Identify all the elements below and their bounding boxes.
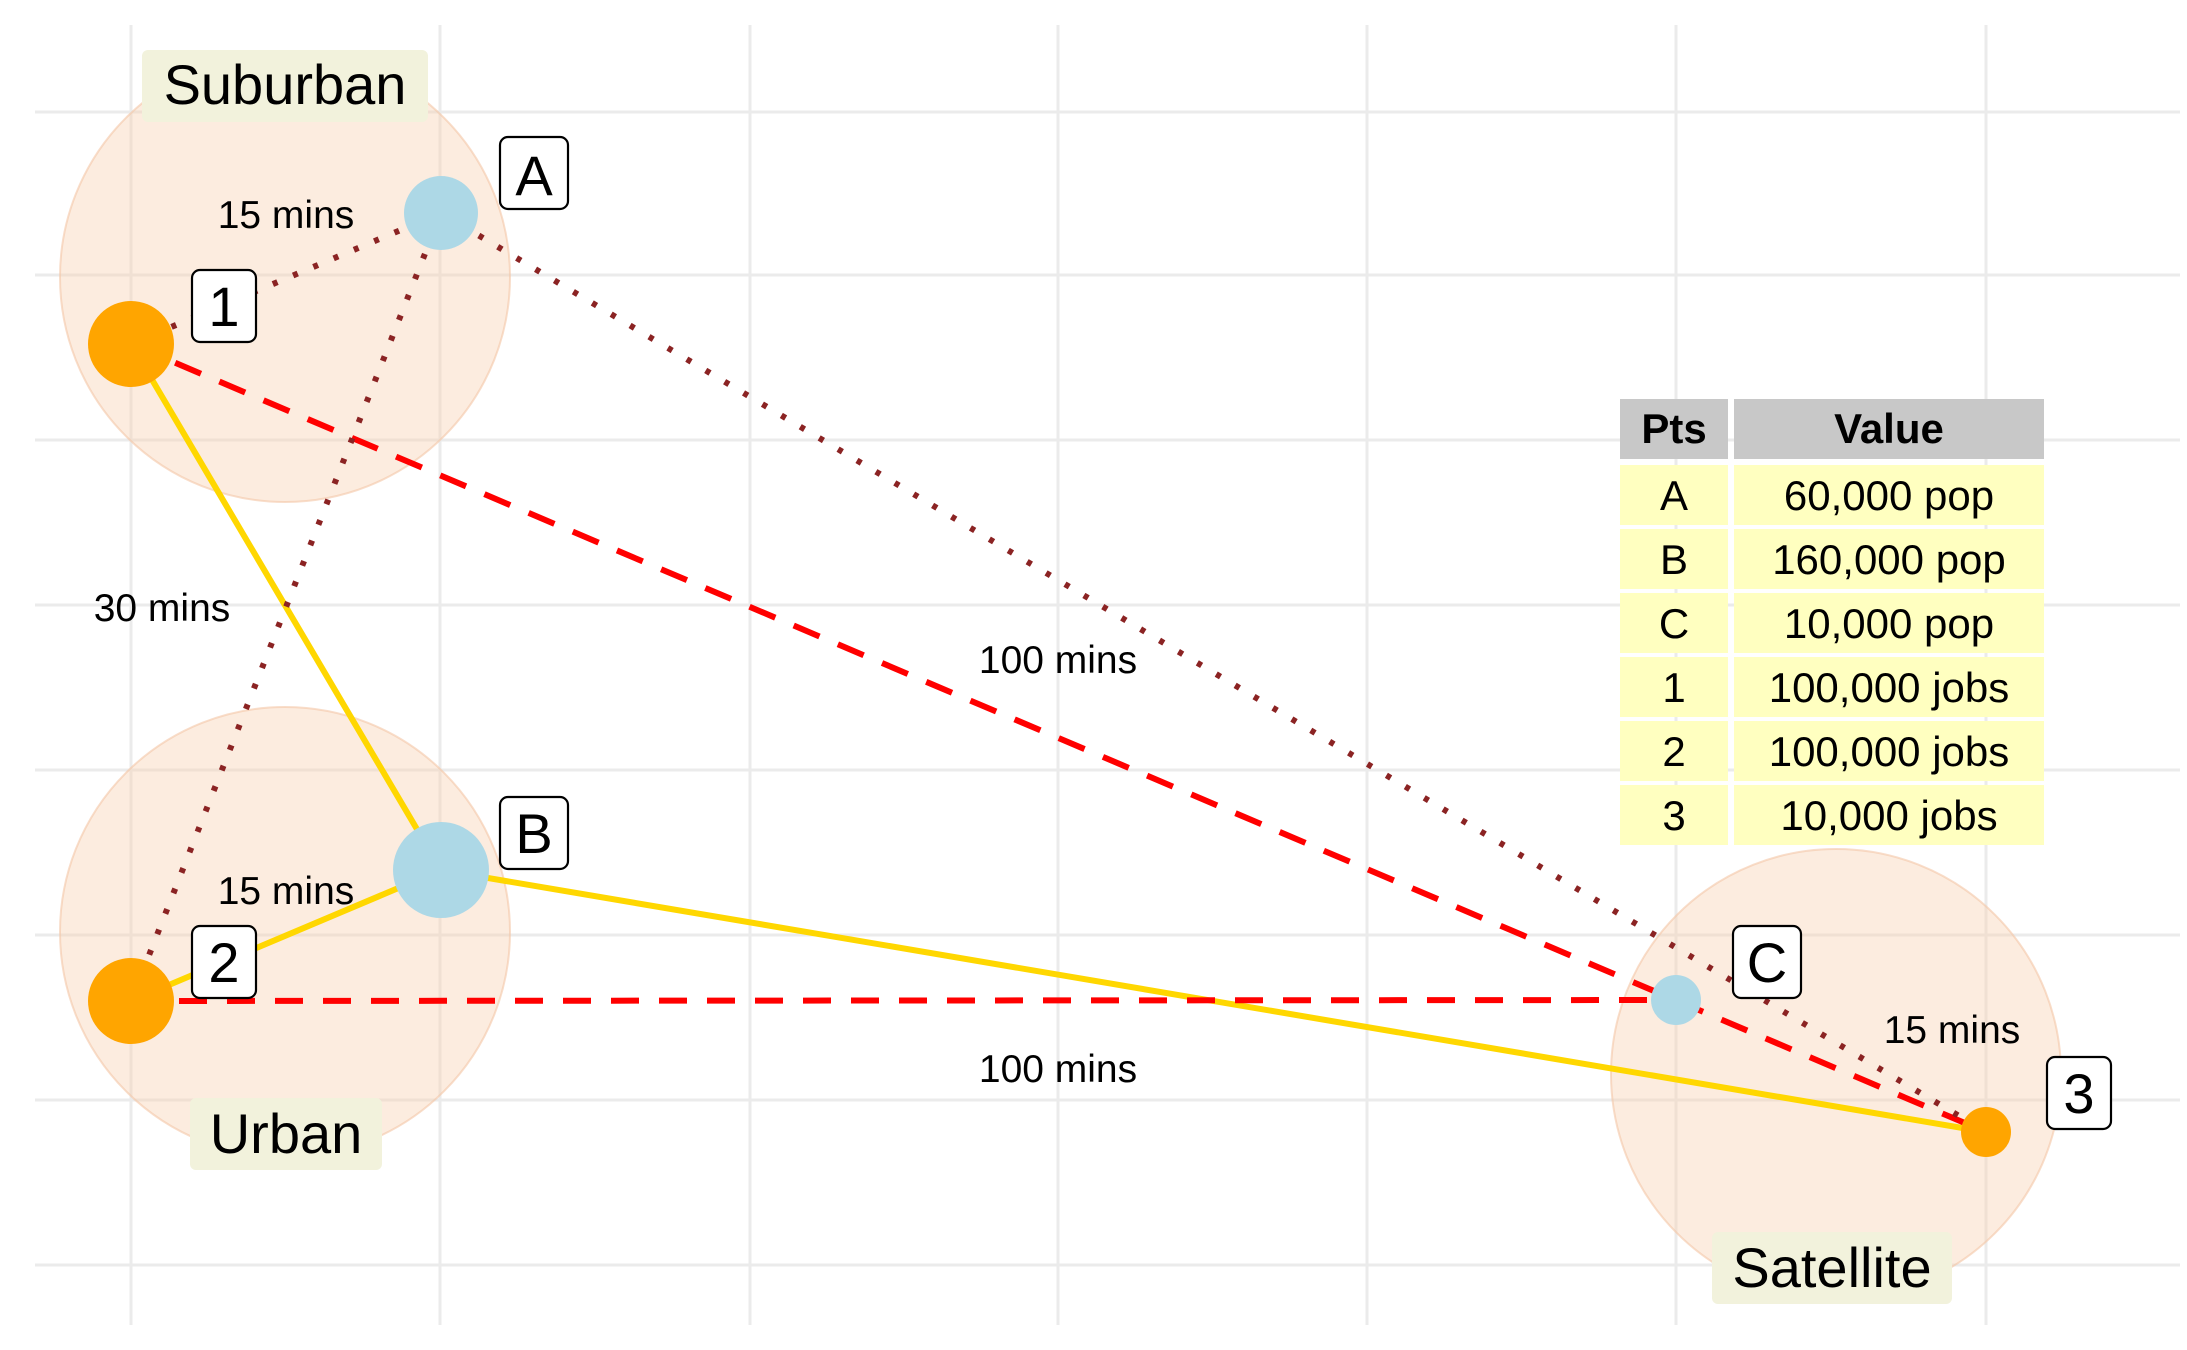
point-label-A: A (515, 144, 553, 207)
region-urban (59, 706, 511, 1158)
table-cell: 160,000 pop (1772, 536, 2006, 583)
point-2 (88, 958, 174, 1044)
time-label-urban: 15 mins (218, 870, 355, 913)
point-label-3: 3 (2063, 1062, 2094, 1125)
table-row: 2 100,000 jobs (1620, 721, 2044, 781)
time-label-satellite: 15 mins (1884, 1009, 2021, 1052)
point-label-C: C (1747, 931, 1787, 994)
region-label-urban: Urban (210, 1102, 363, 1165)
table-header-pts: Pts (1641, 405, 1706, 452)
diagram-stage: Suburban Urban Satellite A B C 1 2 3 15 … (0, 0, 2187, 1350)
region-satellite (1610, 848, 2062, 1300)
table-cell: 3 (1662, 792, 1685, 839)
region-label-suburban: Suburban (164, 53, 407, 116)
table-cell: 10,000 jobs (1780, 792, 1997, 839)
point-label-2: 2 (208, 931, 239, 994)
table-cell: 10,000 pop (1784, 600, 1994, 647)
table-row: B 160,000 pop (1620, 529, 2044, 589)
time-label-left: 30 mins (94, 587, 231, 630)
point-B (393, 822, 489, 918)
table-cell: C (1659, 600, 1689, 647)
table-row: 3 10,000 jobs (1620, 785, 2044, 845)
time-label-suburban: 15 mins (218, 194, 355, 237)
table-cell: A (1660, 472, 1688, 519)
table-cell: 2 (1662, 728, 1685, 775)
table-row: C 10,000 pop (1620, 593, 2044, 653)
time-label-upper: 100 mins (979, 639, 1137, 682)
point-1 (88, 301, 174, 387)
table-cell: 100,000 jobs (1769, 664, 2010, 711)
commute-diagram: Suburban Urban Satellite A B C 1 2 3 15 … (35, 25, 2180, 1325)
table-row: A 60,000 pop (1620, 465, 2044, 525)
point-label-1: 1 (208, 275, 239, 338)
value-table: Pts Value A 60,000 pop B 160,000 pop C 1… (1620, 399, 2044, 845)
table-cell: 1 (1662, 664, 1685, 711)
point-label-B: B (515, 802, 552, 865)
region-label-satellite: Satellite (1732, 1236, 1931, 1299)
table-cell: 60,000 pop (1784, 472, 1994, 519)
point-A (404, 176, 478, 250)
point-C (1651, 975, 1701, 1025)
table-row: 1 100,000 jobs (1620, 657, 2044, 717)
point-3 (1961, 1107, 2011, 1157)
table-header-value: Value (1834, 405, 1944, 452)
table-cell: B (1660, 536, 1688, 583)
table-cell: 100,000 jobs (1769, 728, 2010, 775)
time-label-lower: 100 mins (979, 1048, 1137, 1091)
